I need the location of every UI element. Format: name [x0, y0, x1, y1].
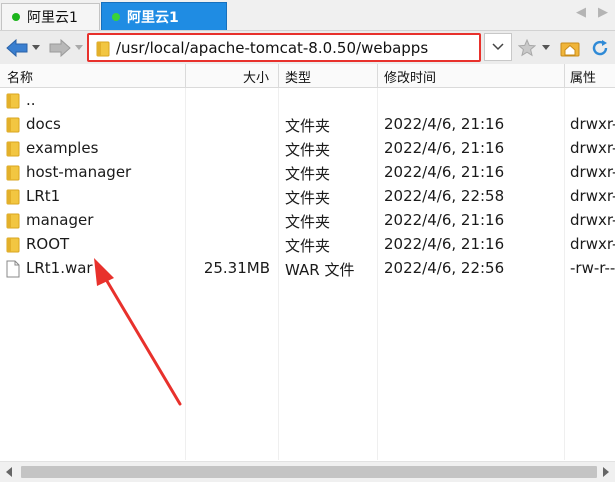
file-type: 文件夹 [285, 213, 331, 231]
tab-label: 阿里云1 [127, 9, 179, 26]
folder-icon [6, 189, 20, 205]
scroll-left-icon[interactable] [6, 467, 12, 477]
home-button[interactable] [558, 37, 582, 59]
scroll-right-icon[interactable] [603, 467, 609, 477]
parent-directory-row[interactable]: .. [0, 88, 615, 112]
file-type: 文件夹 [285, 165, 331, 183]
file-type: WAR 文件 [285, 261, 355, 279]
column-divider[interactable] [278, 64, 279, 87]
path-input[interactable]: /usr/local/apache-tomcat-8.0.50/webapps [87, 33, 481, 62]
file-type: 文件夹 [285, 117, 331, 135]
file-attributes: drwxr- [570, 235, 615, 253]
file-name: ROOT [26, 235, 70, 253]
folder-icon [6, 237, 20, 253]
folder-icon [96, 41, 110, 57]
path-history-dropdown[interactable] [484, 33, 512, 61]
file-modified: 2022/4/6, 22:58 [384, 187, 505, 205]
file-type: 文件夹 [285, 189, 331, 207]
tab-scroll-right-icon[interactable]: ▶ [598, 5, 608, 20]
column-header-type[interactable]: 类型 [285, 67, 311, 86]
file-modified: 2022/4/6, 21:16 [384, 235, 505, 253]
column-header-name[interactable]: 名称 [7, 67, 33, 86]
file-attributes: -rw-r-- [570, 259, 615, 277]
refresh-button[interactable] [588, 37, 612, 59]
horizontal-scrollbar[interactable] [0, 461, 615, 482]
home-folder-icon [560, 42, 580, 57]
file-name: LRt1.war [26, 259, 93, 277]
column-header-size[interactable]: 大小 [243, 67, 269, 86]
file-attributes: drwxr- [570, 187, 615, 205]
column-divider[interactable] [185, 64, 186, 87]
file-type: 文件夹 [285, 237, 331, 255]
scrollbar-thumb[interactable] [21, 466, 597, 478]
folder-icon [6, 213, 20, 229]
file-modified: 2022/4/6, 21:16 [384, 163, 505, 181]
file-name: manager [26, 211, 94, 229]
refresh-icon [592, 40, 608, 56]
column-divider[interactable] [564, 64, 565, 87]
file-name: .. [26, 91, 36, 109]
column-header-attributes[interactable]: 属性 [570, 67, 596, 86]
column-divider[interactable] [377, 64, 378, 87]
folder-icon [6, 93, 20, 109]
back-history-dropdown-icon[interactable] [32, 45, 40, 50]
column-header-row: 名称 大小 类型 修改时间 属性 [0, 64, 615, 88]
folder-icon [6, 165, 20, 181]
table-row[interactable]: ROOT 文件夹 2022/4/6, 21:16 drwxr- [0, 232, 615, 256]
file-attributes: drwxr- [570, 139, 615, 157]
file-attributes: drwxr- [570, 163, 615, 181]
file-size: 25.31MB [203, 259, 270, 277]
table-row[interactable]: manager 文件夹 2022/4/6, 21:16 drwxr- [0, 208, 615, 232]
forward-history-dropdown-icon[interactable] [75, 45, 83, 50]
star-icon [518, 39, 536, 57]
tab-bar: 阿里云1 阿里云1 ◀ ▶ [0, 0, 615, 31]
chevron-down-icon [492, 43, 504, 51]
forward-arrow-icon [49, 39, 71, 57]
table-row[interactable]: LRt1 文件夹 2022/4/6, 22:58 drwxr- [0, 184, 615, 208]
tab-session-1[interactable]: 阿里云1 [1, 3, 100, 30]
forward-button[interactable] [48, 37, 72, 59]
file-attributes: drwxr- [570, 115, 615, 133]
file-modified: 2022/4/6, 21:16 [384, 211, 505, 229]
connected-status-icon [112, 12, 120, 21]
file-modified: 2022/4/6, 21:16 [384, 139, 505, 157]
file-attributes: drwxr- [570, 211, 615, 229]
back-button[interactable] [5, 37, 29, 59]
path-text: /usr/local/apache-tomcat-8.0.50/webapps [116, 39, 429, 57]
file-name: host-manager [26, 163, 132, 181]
table-row[interactable]: examples 文件夹 2022/4/6, 21:16 drwxr- [0, 136, 615, 160]
bookmark-dropdown-icon[interactable] [542, 45, 550, 50]
folder-icon [6, 117, 20, 133]
file-name: examples [26, 139, 99, 157]
file-name: docs [26, 115, 61, 133]
connected-status-icon [12, 13, 20, 21]
file-modified: 2022/4/6, 22:56 [384, 259, 505, 277]
tab-scroll-left-icon[interactable]: ◀ [576, 5, 586, 20]
table-row[interactable]: host-manager 文件夹 2022/4/6, 21:16 drwxr- [0, 160, 615, 184]
back-arrow-icon [6, 39, 28, 57]
bookmark-button[interactable] [516, 37, 538, 59]
file-modified: 2022/4/6, 21:16 [384, 115, 505, 133]
tab-label: 阿里云1 [27, 10, 78, 26]
table-row[interactable]: LRt1.war 25.31MB WAR 文件 2022/4/6, 22:56 … [0, 256, 615, 280]
folder-icon [6, 141, 20, 157]
file-icon [6, 260, 20, 278]
file-type: 文件夹 [285, 141, 331, 159]
column-header-modified[interactable]: 修改时间 [384, 67, 436, 86]
file-name: LRt1 [26, 187, 61, 205]
table-row[interactable]: docs 文件夹 2022/4/6, 21:16 drwxr- [0, 112, 615, 136]
tab-session-2-active[interactable]: 阿里云1 [101, 2, 227, 30]
